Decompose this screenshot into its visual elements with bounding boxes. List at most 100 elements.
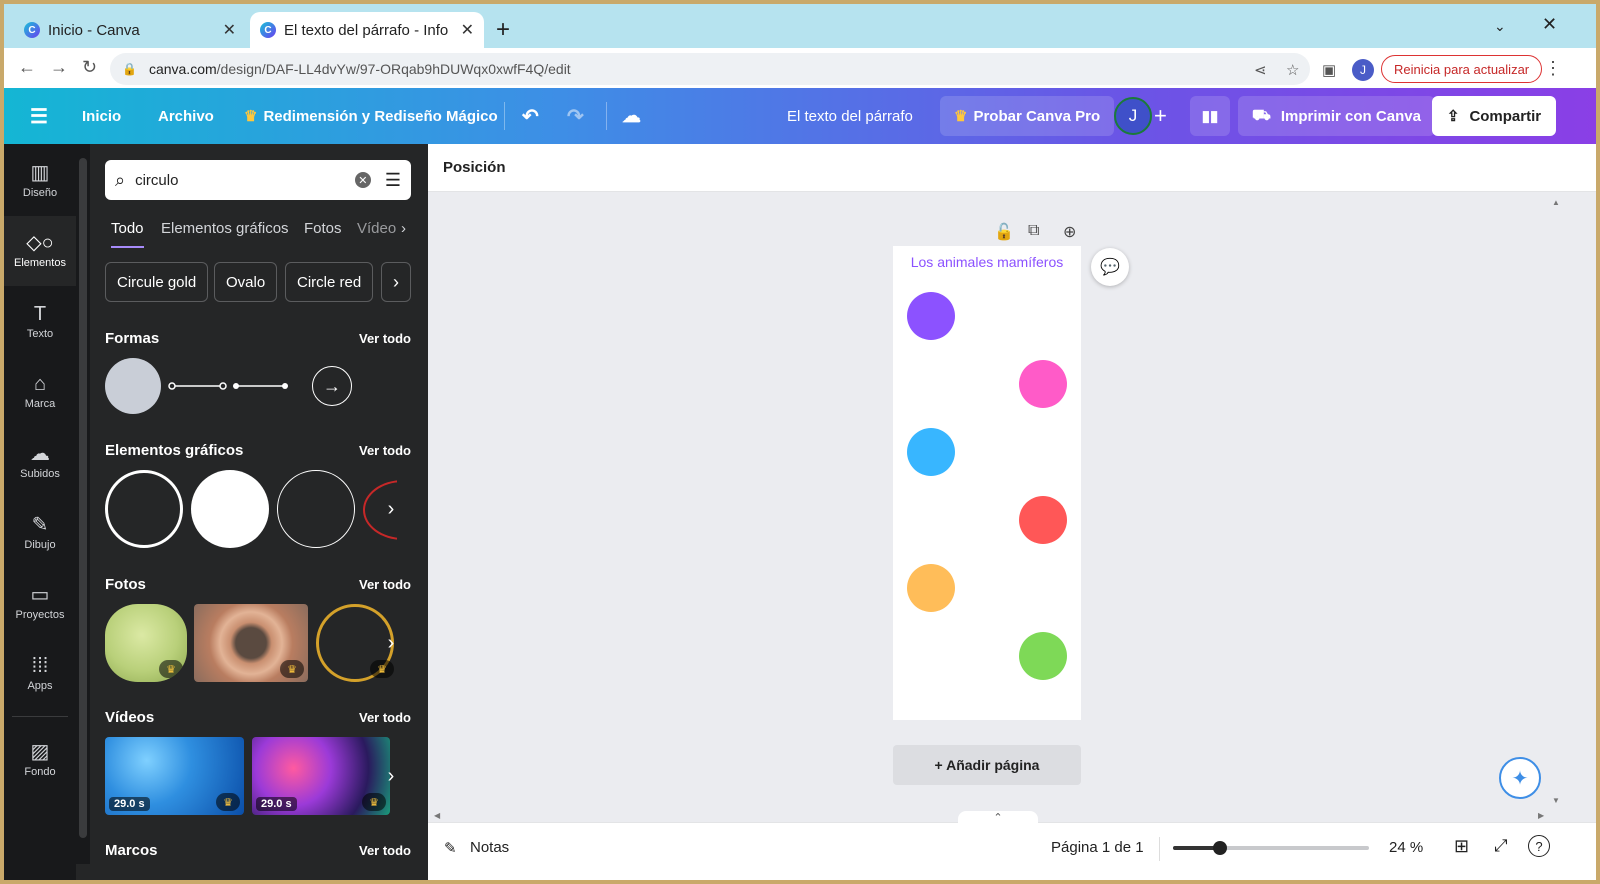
tab-elementos-graficos[interactable]: Elementos gráficos [161, 214, 289, 248]
video-blue-bokeh[interactable]: 29.0 s ♛ [105, 737, 244, 815]
browser-tab-design[interactable]: C El texto del párrafo - Info ✕ [250, 12, 484, 48]
browser-tab-inicio[interactable]: C Inicio - Canva ✕ [14, 12, 246, 48]
reload-icon[interactable]: ↻ [82, 57, 97, 78]
duplicate-page-icon[interactable]: ⧉ [1028, 222, 1039, 240]
chevron-right-icon[interactable]: › [376, 761, 406, 791]
chevron-up-icon[interactable]: ⌃ [958, 811, 1038, 825]
add-page-icon[interactable]: ⊕ [1063, 222, 1076, 242]
rail-item-subidos[interactable]: ☁ Subidos [4, 427, 76, 497]
cloud-saved-icon[interactable]: ☁ [622, 88, 641, 144]
see-all-link[interactable]: Ver todo [359, 710, 411, 725]
graphic-black-circle[interactable] [105, 470, 183, 548]
video-glitter[interactable]: 29.0 s ♛ [252, 737, 390, 815]
scrollbar-thumb[interactable] [79, 158, 87, 838]
scroll-down-icon[interactable]: ▼ [1552, 796, 1560, 805]
see-all-link[interactable]: Ver todo [359, 843, 411, 858]
add-page-button[interactable]: + Añadir página [893, 745, 1081, 785]
grid-view-icon[interactable]: ⊞ [1454, 836, 1469, 857]
forward-icon[interactable]: → [50, 57, 68, 78]
arrow-circle-shape[interactable]: → [312, 366, 352, 406]
close-tab-icon[interactable]: ✕ [461, 20, 474, 40]
tabs-next-chevron-icon[interactable]: › [401, 214, 406, 248]
browser-menu-icon[interactable]: ⋮ [1544, 58, 1562, 79]
fullscreen-icon[interactable]: ⤢ [1494, 836, 1508, 856]
document-title[interactable]: El texto del párrafo [787, 88, 913, 144]
add-comment-icon[interactable]: 💬 [1091, 248, 1129, 286]
undo-icon[interactable]: ↶ [522, 88, 539, 144]
share-button[interactable]: ⇪ Compartir [1432, 96, 1556, 136]
share-page-icon[interactable]: ⋖ [1254, 61, 1267, 79]
insights-chart-icon[interactable]: ▮▮ [1190, 96, 1230, 136]
home-link[interactable]: Inicio [82, 88, 121, 144]
rail-item-elementos[interactable]: ◇○ Elementos [4, 216, 76, 286]
try-pro-button[interactable]: ♛ Probar Canva Pro [940, 96, 1115, 136]
browser-profile-avatar[interactable]: J [1352, 59, 1374, 81]
design-page[interactable]: Los animales mamíferos [893, 246, 1081, 720]
position-button[interactable]: Posición [443, 159, 506, 176]
zoom-percentage[interactable]: 24 % [1389, 839, 1423, 856]
bookmark-star-icon[interactable]: ☆ [1286, 61, 1299, 79]
tab-videos[interactable]: Vídeo [357, 214, 397, 248]
back-icon[interactable]: ← [18, 57, 36, 78]
url-field[interactable]: 🔒 canva.com/design/DAF-LL4dvYw/97-ORqab9… [110, 53, 1310, 85]
print-button[interactable]: ⛟ Imprimir con Canva [1238, 96, 1435, 136]
update-button[interactable]: Reinicia para actualizar [1381, 55, 1543, 83]
chip-circle-red[interactable]: Circle red [285, 262, 374, 302]
graphic-white-circle[interactable] [191, 470, 269, 548]
chevron-right-icon[interactable]: › [381, 262, 411, 302]
close-tab-icon[interactable]: ✕ [223, 20, 236, 40]
page-heading-text[interactable]: Los animales mamíferos [893, 254, 1081, 270]
side-panel-icon[interactable]: ▣ [1322, 61, 1336, 79]
rail-item-dibujo[interactable]: ✎ Dibujo [4, 498, 76, 568]
blue-circle[interactable] [907, 428, 955, 476]
orange-circle[interactable] [907, 564, 955, 612]
scroll-left-icon[interactable]: ◀ [434, 811, 440, 820]
search-value[interactable]: circulo [135, 172, 355, 189]
window-close-icon[interactable]: ✕ [1542, 14, 1557, 35]
chevron-right-icon[interactable]: › [376, 628, 406, 658]
chip-circule-gold[interactable]: Circule gold [105, 262, 209, 302]
tab-todo[interactable]: Todo [111, 214, 144, 248]
magic-resize-button[interactable]: ♛ Redimensión y Rediseño Mágico [244, 88, 498, 144]
lock-icon[interactable]: 🔓 [994, 222, 1014, 242]
see-all-link[interactable]: Ver todo [359, 443, 411, 458]
help-icon[interactable]: ? [1528, 835, 1550, 857]
graphic-thin-circle[interactable] [277, 470, 355, 548]
red-circle[interactable] [1019, 496, 1067, 544]
photo-hands-circle[interactable]: ♛ [194, 604, 308, 682]
notes-button[interactable]: Notas [470, 839, 509, 856]
chevron-down-icon[interactable]: ⌄ [1494, 18, 1506, 35]
circle-shape[interactable] [105, 358, 161, 414]
rail-item-fondo[interactable]: ▨ Fondo [4, 725, 76, 795]
menu-hamburger-icon[interactable]: ☰ [30, 88, 48, 144]
see-all-link[interactable]: Ver todo [359, 331, 411, 346]
tab-fotos[interactable]: Fotos [304, 214, 342, 248]
rail-item-apps[interactable]: ⁞⁞⁞ Apps [4, 639, 76, 709]
chevron-right-icon[interactable]: › [376, 494, 406, 524]
file-menu[interactable]: Archivo [158, 88, 214, 144]
magic-sparkle-icon[interactable]: ✦ [1499, 757, 1541, 799]
line-shapes[interactable] [168, 380, 298, 392]
rail-item-diseno[interactable]: ▥ Diseño [4, 146, 76, 216]
see-all-link[interactable]: Ver todo [359, 577, 411, 592]
filter-sliders-icon[interactable]: ☰ [385, 170, 401, 191]
redo-icon[interactable]: ↷ [567, 88, 584, 144]
scroll-up-icon[interactable]: ▲ [1552, 198, 1560, 207]
chip-ovalo[interactable]: Ovalo [214, 262, 278, 302]
clear-search-icon[interactable]: ✕ [354, 172, 371, 188]
zoom-slider-knob[interactable] [1213, 841, 1227, 855]
pink-circle[interactable] [1019, 360, 1067, 408]
rail-item-texto[interactable]: T Texto [4, 287, 76, 357]
user-avatar[interactable]: J [1114, 97, 1152, 135]
photo-green-circle[interactable]: ♛ [105, 604, 187, 682]
scroll-right-icon[interactable]: ▶ [1538, 811, 1544, 820]
panel-scrollbar[interactable] [76, 144, 90, 864]
plus-icon[interactable]: + [496, 16, 510, 44]
green-circle[interactable] [1019, 632, 1067, 680]
add-collaborator-icon[interactable]: + [1154, 88, 1167, 144]
purple-circle[interactable] [907, 292, 955, 340]
notes-icon[interactable]: ✎ [444, 839, 457, 857]
rail-item-marca[interactable]: ⌂ Marca [4, 357, 76, 427]
page-indicator[interactable]: Página 1 de 1 [1051, 839, 1144, 856]
search-input[interactable]: ⌕ circulo ✕ ☰ [105, 160, 411, 200]
